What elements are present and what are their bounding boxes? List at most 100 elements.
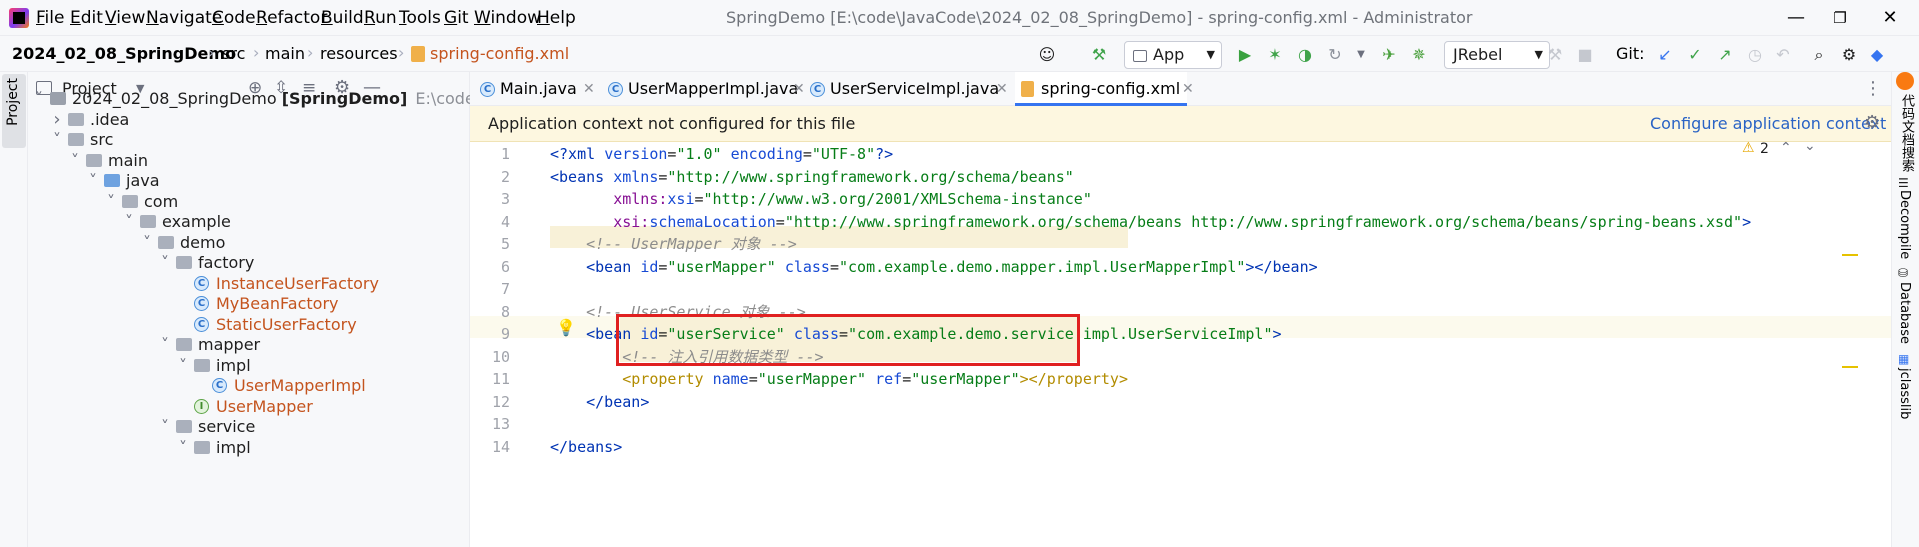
menu-edit[interactable]: Edit [70,8,103,28]
chevron-down-icon[interactable]: ˅ [176,435,190,460]
menu-view[interactable]: View [105,8,145,28]
git-history-icon[interactable]: ◷ [1744,44,1766,66]
code-line[interactable]: </beans> [450,436,622,458]
code-line[interactable] [450,413,550,435]
menu-navigate[interactable]: Navigate [146,8,222,28]
tab-userserviceimpl-java[interactable]: C UserServiceImpl.java ✕ [810,72,1008,106]
chevron-right-icon: › [398,43,405,62]
menu-window[interactable]: Window [474,8,541,28]
search-icon[interactable]: ⌕ [1808,44,1830,66]
menu-code[interactable]: Code [212,8,256,28]
more-run-chevron-icon[interactable]: ▼ [1350,44,1372,66]
plugin-icon[interactable]: ◆ [1866,44,1888,66]
menu-file[interactable]: File [36,8,64,28]
jrebel-select[interactable]: JRebel ▼ [1444,41,1550,69]
project-tool-tab[interactable]: Project [2,74,26,148]
jrebel-run-icon[interactable]: ✈ [1378,44,1400,66]
tab-label: UserMapperImpl.java [628,79,799,98]
next-issue-icon[interactable]: ⌄ [1804,138,1816,154]
scroll-marker [1842,254,1858,256]
git-rollback-icon[interactable]: ↶ [1772,44,1794,66]
class-icon: C [212,378,227,393]
settings-gear-icon[interactable]: ⚙ [1838,44,1860,66]
build-hammer-icon[interactable]: ⚒ [1088,44,1110,66]
tab-spring-config-xml[interactable]: spring-config.xml ✕ [1015,72,1194,106]
hammer-disabled-icon[interactable]: ⚒ [1544,44,1566,66]
project-path: E:\code\Java [415,89,470,108]
class-icon: C [480,82,495,97]
decompile-tab[interactable]: Decompile [1897,190,1912,259]
git-commit-icon[interactable]: ✓ [1684,44,1706,66]
code-line[interactable]: <property name="userMapper" ref="userMap… [450,368,1128,390]
tab-main-java[interactable]: C Main.java ✕ [480,72,595,106]
code-line[interactable]: <!-- UserMapper 对象 --> [450,233,797,255]
intellij-logo-icon [9,8,29,28]
class-icon: C [608,82,623,97]
jclasslib-tab[interactable]: jclasslib [1897,368,1912,419]
close-window-button[interactable]: ✕ [1870,4,1910,32]
database-tab[interactable]: Database [1897,282,1912,344]
breadcrumb-file[interactable]: spring-config.xml [430,44,569,63]
code-line[interactable]: </bean> [450,391,649,413]
profile-icon[interactable]: ↻ [1324,44,1346,66]
lightbulb-icon[interactable]: 💡 [556,318,576,337]
coverage-icon[interactable]: ◑ [1294,44,1316,66]
code-line[interactable] [450,278,550,300]
run-config-select[interactable]: App ▼ [1124,41,1222,69]
chevron-down-icon: ▼ [1534,48,1543,61]
notification-icon[interactable] [1896,72,1914,90]
jrebel-debug-icon[interactable]: ✵ [1408,44,1430,66]
decompile-icon: ☰ [1898,176,1909,190]
debug-icon[interactable]: ✶ [1264,44,1286,66]
breadcrumb-project[interactable]: 2024_02_08_SpringDemo [12,44,236,63]
breadcrumb-main[interactable]: main [265,44,305,63]
close-tab-icon[interactable]: ✕ [1182,72,1194,106]
menu-git[interactable]: Git [444,8,469,28]
tab-label: UserServiceImpl.java [830,79,1000,98]
close-tab-icon[interactable]: ✕ [996,72,1008,106]
interface-icon: I [194,398,209,414]
breadcrumb-resources[interactable]: resources [320,44,398,63]
chevron-right-icon: › [208,43,215,62]
menu-refactor[interactable]: Refactor [256,8,327,28]
run-icon[interactable]: ▶ [1234,44,1256,66]
jclasslib-icon: ▦ [1898,352,1910,366]
tab-usermapperimpl-java[interactable]: C UserMapperImpl.java ✕ [608,72,805,106]
code-line[interactable]: <?xml version="1.0" encoding="UTF-8"?> [450,143,893,165]
folder-icon [158,235,174,249]
breadcrumb-src[interactable]: src [222,44,245,63]
stop-icon[interactable]: ■ [1574,44,1596,66]
code-line[interactable]: xmlns:xsi="http://www.w3.org/2001/XMLSch… [450,188,1092,210]
project-panel: Project ▼ ⊕ ⇳ ≡ ⚙ — ˅ 2024_02_08_SpringDe… [28,72,470,547]
menu-build[interactable]: Build [321,8,364,28]
more-tabs-icon[interactable]: ⋮ [1864,78,1882,99]
settings-gear-icon[interactable]: ⚙ [1864,112,1880,133]
prev-issue-icon[interactable]: ⌃ [1780,140,1792,156]
menu-help[interactable]: Help [537,8,576,28]
code-line[interactable]: <bean id="userMapper" class="com.example… [450,256,1318,278]
code-editor[interactable]: 1 <?xml version="1.0" encoding="UTF-8"?> 2… [470,138,1891,547]
user-icon[interactable]: ☺ [1036,44,1058,66]
configure-context-link[interactable]: Configure application context [1650,114,1886,133]
git-push-icon[interactable]: ↗ [1714,44,1736,66]
close-tab-icon[interactable]: ✕ [583,72,595,106]
close-tab-icon[interactable]: ✕ [793,72,805,106]
code-line[interactable]: <beans xmlns="http://www.springframework… [450,166,1074,188]
warning-icon[interactable]: ⚠ [1742,140,1755,156]
restore-button[interactable]: ❐ [1820,4,1860,32]
folder-icon [176,338,192,351]
menu-tools[interactable]: Tools [399,8,441,28]
code-search-tab[interactable]: 代码文档搜索 [1897,94,1916,172]
folder-icon [176,256,192,269]
minimize-button[interactable]: — [1776,4,1816,32]
app-icon [1133,49,1147,62]
project-tab-label: Project [5,78,21,126]
menu-run[interactable]: Run [364,8,397,28]
warning-count[interactable]: 2 [1760,141,1769,157]
tab-label: Main.java [500,79,577,98]
tree-item[interactable]: ˅ impl [28,435,470,460]
git-update-icon[interactable]: ↙ [1654,44,1676,66]
chevron-right-icon: › [307,43,314,62]
code-line[interactable]: xsi:schemaLocation="http://www.springfra… [450,211,1751,233]
navigation-bar: 2024_02_08_SpringDemo › src › main › res… [0,36,1919,72]
